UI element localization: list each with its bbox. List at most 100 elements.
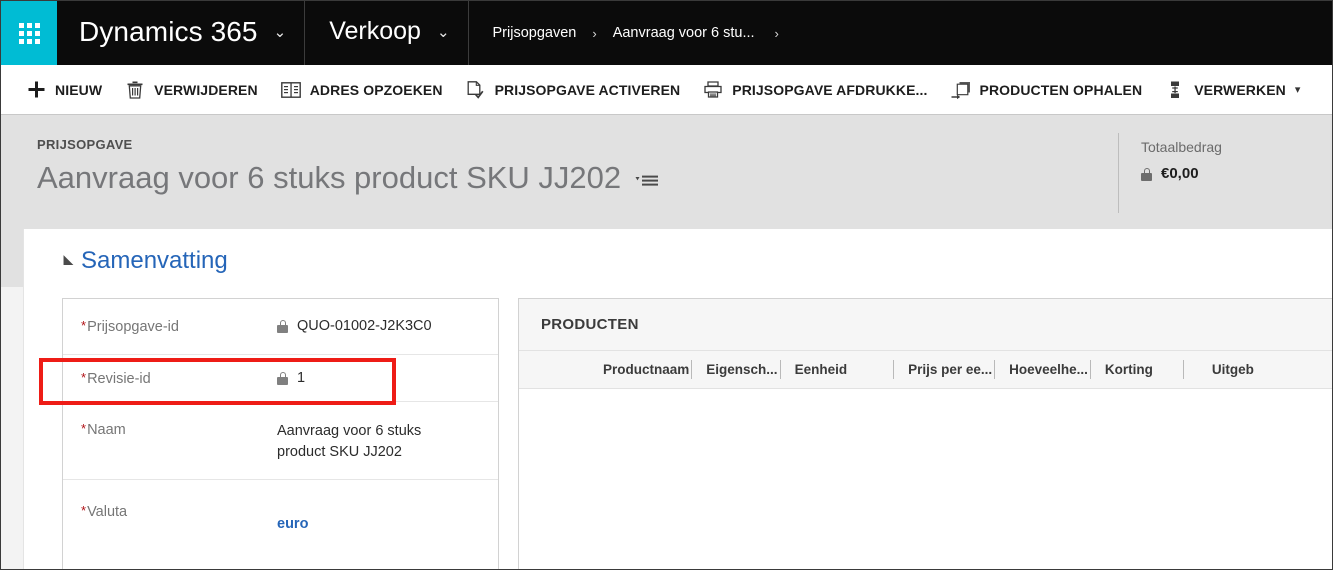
dynamics-365-quote-form: Dynamics 365 ⌄ Verkoop ⌄ Prijsopgaven › … bbox=[0, 0, 1333, 570]
process-icon bbox=[1164, 80, 1186, 100]
activate-quote-button[interactable]: PRIJSOPGAVE ACTIVEREN bbox=[465, 66, 681, 114]
column-header-eigenschappen[interactable]: Eigensch... bbox=[706, 360, 781, 379]
breadcrumb-item-0[interactable]: Prijsopgaven bbox=[489, 25, 581, 41]
delete-button[interactable]: VERWIJDEREN bbox=[124, 66, 258, 114]
address-book-icon bbox=[280, 80, 302, 100]
left-gutter-tab bbox=[1, 229, 23, 287]
field-row-revisie-id[interactable]: *Revisie-id 1 bbox=[63, 355, 498, 402]
field-row-valuta[interactable]: *Valuta euro bbox=[63, 480, 498, 569]
breadcrumb: Prijsopgaven › Aanvraag voor 6 stu... › bbox=[469, 1, 789, 65]
new-button-label: NIEUW bbox=[55, 81, 103, 98]
delete-button-label: VERWIJDEREN bbox=[154, 81, 258, 98]
chevron-down-icon[interactable]: ▾ bbox=[1295, 83, 1301, 96]
required-indicator: * bbox=[81, 421, 87, 436]
record-header: PRIJSOPGAVE Aanvraag voor 6 stuks produc… bbox=[1, 115, 1332, 229]
summary-section-title: Samenvatting bbox=[81, 247, 228, 274]
field-value-naam: Aanvraag voor 6 stuks product SKU JJ202 bbox=[277, 420, 482, 463]
field-value-text: 1 bbox=[297, 370, 306, 386]
field-label-text: Naam bbox=[87, 422, 126, 438]
form-selector-icon[interactable] bbox=[635, 167, 661, 189]
column-header-productnaam[interactable]: Productnaam bbox=[603, 360, 693, 379]
lock-icon bbox=[277, 372, 288, 385]
breadcrumb-more-icon[interactable]: › bbox=[759, 26, 789, 41]
column-resize-handle-6[interactable] bbox=[1181, 360, 1184, 379]
column-resize-handle[interactable] bbox=[994, 360, 996, 379]
collapse-triangle-icon[interactable] bbox=[58, 255, 74, 270]
field-value-valuta: euro bbox=[277, 502, 482, 532]
left-gutter bbox=[1, 229, 24, 569]
column-resize-handle[interactable] bbox=[779, 360, 781, 379]
column-resize-handle[interactable] bbox=[1089, 360, 1091, 379]
field-label-text: Revisie-id bbox=[87, 371, 151, 387]
entity-type-label: PRIJSOPGAVE bbox=[37, 137, 133, 152]
total-amount-label: Totaalbedrag bbox=[1141, 139, 1222, 155]
required-indicator: * bbox=[81, 318, 87, 333]
page-title: Aanvraag voor 6 stuks product SKU JJ202 bbox=[37, 160, 622, 195]
breadcrumb-item-1[interactable]: Aanvraag voor 6 stu... bbox=[609, 25, 759, 41]
plus-icon bbox=[25, 80, 47, 100]
column-resize-handle[interactable] bbox=[691, 360, 693, 379]
column-header-label: Prijs per ee... bbox=[908, 362, 993, 377]
required-indicator: * bbox=[81, 370, 87, 385]
field-row-prijsopgave-id[interactable]: *Prijsopgave-id QUO-01002-J2K3C0 bbox=[63, 299, 498, 355]
products-panel-title: PRODUCTEN bbox=[519, 299, 1332, 351]
print-quote-button-label: PRIJSOPGAVE AFDRUKKE... bbox=[732, 81, 928, 98]
lock-icon bbox=[277, 320, 288, 333]
lookup-address-button-label: ADRES OPZOEKEN bbox=[309, 81, 443, 98]
column-header-label: Hoeveelhe... bbox=[1009, 362, 1088, 377]
top-navigation-bar: Dynamics 365 ⌄ Verkoop ⌄ Prijsopgaven › … bbox=[1, 1, 1332, 65]
chevron-down-icon: ⌄ bbox=[273, 23, 287, 41]
column-header-label: Korting bbox=[1104, 362, 1153, 377]
activate-quote-button-label: PRIJSOPGAVE ACTIVEREN bbox=[494, 81, 681, 98]
app-launcher-waffle-icon bbox=[18, 22, 40, 44]
column-header-label: Eenheid bbox=[794, 362, 848, 377]
column-header-eenheid[interactable]: Eenheid bbox=[795, 362, 848, 377]
app-launcher-button[interactable] bbox=[1, 1, 57, 65]
column-header-label: Uitgeb bbox=[1211, 362, 1254, 377]
summary-fields-card: *Prijsopgave-id QUO-01002-J2K3C0 *Revisi… bbox=[62, 298, 499, 569]
area-label: Verkoop bbox=[329, 17, 421, 45]
field-label-prijsopgave-id: *Prijsopgave-id bbox=[81, 317, 277, 335]
printer-icon bbox=[702, 80, 724, 100]
field-label-valuta: *Valuta bbox=[81, 502, 277, 520]
lock-icon bbox=[1141, 168, 1152, 181]
total-amount-value: €0,00 bbox=[1161, 165, 1199, 182]
column-header-label: Productnaam bbox=[603, 362, 690, 377]
summary-section-header[interactable]: Samenvatting bbox=[58, 247, 228, 274]
field-row-naam[interactable]: *Naam Aanvraag voor 6 stuks product SKU … bbox=[63, 402, 498, 480]
command-bar: NIEUW VERWIJDEREN ADRES OPZOEKEN PRIJSOP… bbox=[1, 65, 1332, 115]
get-products-button-label: PRODUCTEN OPHALEN bbox=[979, 81, 1143, 98]
chevron-down-icon: ⌄ bbox=[436, 23, 450, 41]
products-panel: PRODUCTEN Productnaam Eigensch... Eenhei… bbox=[518, 298, 1332, 569]
column-header-korting[interactable]: Korting bbox=[1105, 362, 1153, 377]
new-button[interactable]: NIEUW bbox=[25, 66, 102, 114]
process-button-label: VERWERKEN bbox=[1194, 81, 1286, 98]
field-label-naam: *Naam bbox=[81, 420, 277, 438]
field-value-text: QUO-01002-J2K3C0 bbox=[297, 318, 432, 334]
column-header-prijs-per-eenheid[interactable]: Prijs per ee... bbox=[908, 360, 996, 379]
get-products-icon bbox=[950, 80, 972, 100]
header-total-field: Totaalbedrag €0,00 bbox=[1118, 133, 1308, 213]
document-check-icon bbox=[465, 80, 487, 100]
area-menu[interactable]: Verkoop ⌄ bbox=[305, 1, 469, 65]
field-value-text: Aanvraag voor 6 stuks product SKU JJ202 bbox=[277, 423, 422, 461]
required-indicator: * bbox=[81, 503, 87, 518]
products-grid-body[interactable] bbox=[519, 389, 1332, 569]
field-value-prijsopgave-id: QUO-01002-J2K3C0 bbox=[277, 317, 482, 334]
lookup-address-button[interactable]: ADRES OPZOEKEN bbox=[280, 66, 443, 114]
trash-icon bbox=[124, 80, 146, 100]
print-quote-button[interactable]: PRIJSOPGAVE AFDRUKKE... bbox=[702, 66, 927, 114]
process-button[interactable]: VERWERKEN ▾ bbox=[1164, 66, 1300, 114]
brand-label: Dynamics 365 bbox=[79, 15, 258, 47]
field-label-text: Valuta bbox=[87, 504, 128, 520]
column-resize-handle-3[interactable] bbox=[891, 360, 895, 379]
column-header-uitgebreid[interactable]: Uitgeb bbox=[1212, 362, 1254, 377]
column-header-label: Eigensch... bbox=[706, 362, 778, 377]
products-grid-header: Productnaam Eigensch... Eenheid Prijs pe… bbox=[519, 351, 1332, 389]
field-value-link[interactable]: euro bbox=[277, 516, 308, 532]
field-label-text: Prijsopgave-id bbox=[87, 319, 179, 335]
brand-menu[interactable]: Dynamics 365 ⌄ bbox=[57, 1, 306, 65]
breadcrumb-separator-icon: › bbox=[592, 25, 597, 41]
get-products-button[interactable]: PRODUCTEN OPHALEN bbox=[950, 66, 1143, 114]
column-header-hoeveelheid[interactable]: Hoeveelhe... bbox=[1009, 360, 1091, 379]
